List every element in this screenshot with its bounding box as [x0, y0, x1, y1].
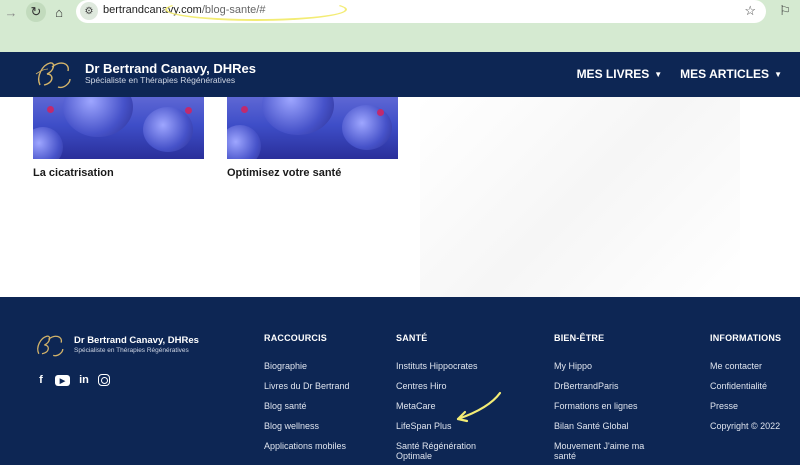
address-bar[interactable]: ⚙ bertrandcanavy.com/blog-sante/# ☆ — [76, 0, 766, 23]
footer-link[interactable]: Instituts Hippocrates — [396, 361, 506, 381]
youtube-icon[interactable]: ▶ — [55, 375, 70, 386]
footer-link[interactable]: Formations en lignes — [554, 401, 664, 421]
browser-toolbar: → ↻ ⌂ ⚙ bertrandcanavy.com/blog-sante/# … — [0, 0, 800, 52]
article-image-optimisez[interactable] — [227, 97, 398, 159]
menu-mes-articles[interactable]: MES ARTICLES ▼ — [680, 67, 782, 81]
logo-icon[interactable] — [34, 57, 74, 91]
site-info-icon[interactable]: ⚙ — [80, 2, 98, 20]
column-heading: INFORMATIONS — [710, 333, 782, 343]
footer-link[interactable]: My Hippo — [554, 361, 664, 381]
yellow-annotation-circle — [165, 0, 347, 21]
footer-link[interactable]: Blog wellness — [264, 421, 350, 441]
chevron-down-icon: ▼ — [774, 69, 782, 79]
footer-link[interactable]: DrBertrandParis — [554, 381, 664, 401]
menu-label: MES LIVRES — [576, 67, 650, 81]
article-image-cicatrisation[interactable] — [33, 97, 204, 159]
chevron-down-icon: ▼ — [654, 69, 663, 79]
footer-logo-icon[interactable] — [34, 331, 66, 359]
instagram-icon[interactable] — [98, 374, 110, 386]
footer-link[interactable]: Blog santé — [264, 401, 350, 421]
footer-column-bien-etre: BIEN-ÊTRE My Hippo DrBertrandParis Forma… — [554, 333, 664, 465]
column-heading: BIEN-ÊTRE — [554, 333, 605, 343]
footer-link[interactable]: Confidentialité — [710, 381, 781, 401]
column-heading: RACCOURCIS — [264, 333, 328, 343]
back-icon[interactable]: → — [2, 3, 20, 21]
article-title[interactable]: Optimisez votre santé — [227, 167, 341, 179]
background-decoration — [420, 97, 740, 297]
bookmark-star-icon[interactable]: ☆ — [744, 3, 756, 19]
footer-link[interactable]: Me contacter — [710, 361, 781, 381]
copyright-text: Copyright © 2022 — [710, 421, 781, 431]
site-header: Dr Bertrand Canavy, DHRes Spécialiste en… — [0, 52, 800, 97]
column-heading: SANTÉ — [396, 333, 428, 343]
main-menu: MES LIVRES ▼ MES ARTICLES ▼ — [577, 67, 800, 81]
menu-mes-livres[interactable]: MES LIVRES ▼ — [577, 67, 663, 81]
blog-content: La cicatrisation Optimisez votre santé — [0, 97, 800, 297]
footer-column-raccourcis: RACCOURCIS Biographie Livres du Dr Bertr… — [264, 333, 350, 461]
article-title[interactable]: La cicatrisation — [33, 167, 114, 179]
brand-subtitle: Spécialiste en Thérapies Régénératives — [85, 75, 236, 85]
footer-link[interactable]: Biographie — [264, 361, 350, 381]
footer-column-informations: INFORMATIONS Me contacter Confidentialit… — [710, 333, 781, 441]
brand-name[interactable]: Dr Bertrand Canavy, DHRes — [85, 61, 256, 76]
home-icon[interactable]: ⌂ — [50, 3, 68, 21]
reload-icon[interactable]: ↻ — [26, 2, 46, 22]
footer-brand-subtitle: Spécialiste en Thérapies Régénératives — [74, 347, 189, 354]
menu-label: MES ARTICLES — [680, 67, 770, 81]
footer-link[interactable]: Mouvement J'aime ma santé — [554, 441, 664, 465]
footer-link[interactable]: Santé Régénération Optimale — [396, 441, 506, 465]
social-links: f ▶ in — [34, 373, 117, 387]
footer-link[interactable]: Presse — [710, 401, 781, 421]
footer-link[interactable]: Livres du Dr Bertrand — [264, 381, 350, 401]
extensions-icon[interactable]: ⚐ — [776, 2, 794, 20]
footer-link[interactable]: Bilan Santé Global — [554, 421, 664, 441]
facebook-icon[interactable]: f — [34, 373, 48, 387]
site-footer: Dr Bertrand Canavy, DHRes Spécialiste en… — [0, 297, 800, 465]
linkedin-icon[interactable]: in — [77, 373, 91, 387]
footer-link[interactable]: Applications mobiles — [264, 441, 350, 461]
yellow-annotation-arrow — [456, 391, 502, 423]
footer-brand-name: Dr Bertrand Canavy, DHRes — [74, 335, 199, 346]
